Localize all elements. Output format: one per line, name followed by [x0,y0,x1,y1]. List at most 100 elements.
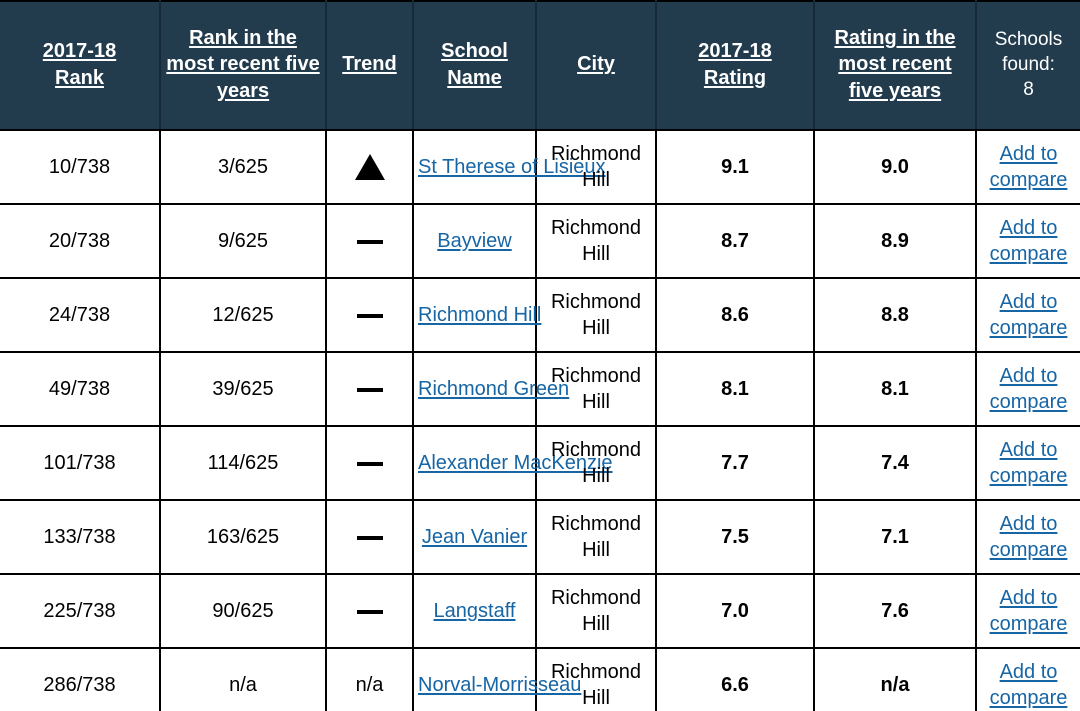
add-to-compare-link[interactable]: Add to compare [990,661,1068,709]
school-rankings-table: 2017-18 Rank Rank in the most recent five… [0,0,1080,711]
school-name-link[interactable]: Langstaff [434,600,516,622]
cell-add-to-compare[interactable]: Add to compare [976,130,1080,205]
cell-rank-five-years: 163/625 [160,500,327,575]
cell-rank-five-years: 90/625 [160,574,327,649]
school-name-link[interactable]: Richmond Green [418,378,569,400]
cell-school-name[interactable]: Bayview [413,204,537,279]
add-to-compare-link[interactable]: Add to compare [990,587,1068,635]
add-to-compare-link[interactable]: Add to compare [990,291,1068,339]
cell-rating-five-years: n/a [814,648,977,711]
cell-rank: 225/738 [0,574,161,649]
add-to-compare-link[interactable]: Add to compare [990,439,1068,487]
sort-link-rank-five-years[interactable]: Rank in the most recent five years [166,27,319,102]
school-rankings-table-container: 2017-18 Rank Rank in the most recent five… [0,0,1080,711]
trend-flat-icon [356,461,383,466]
sort-link-rank[interactable]: 2017-18 Rank [43,40,116,88]
cell-add-to-compare[interactable]: Add to compare [976,648,1080,711]
cell-trend [326,500,414,575]
cell-school-name[interactable]: Langstaff [413,574,537,649]
sort-link-rating[interactable]: 2017-18 Rating [698,40,771,88]
table-row: 101/738 114/625 Alexander MacKenzie Richmon… [0,426,1080,501]
cell-school-name[interactable]: Jean Vanier [413,500,537,575]
column-header-trend[interactable]: Trend [326,1,414,131]
schools-found-line2: found: [1002,53,1055,75]
sort-link-city[interactable]: City [577,53,615,75]
trend-flat-icon [356,313,383,318]
column-header-rank-line2: Rank [55,66,104,89]
add-to-compare-link[interactable]: Add to compare [990,513,1068,561]
cell-rating: 7.0 [656,574,815,649]
trend-flat-icon [356,609,383,614]
table-row: 133/738 163/625 Jean Vanier Richmond Hill 7.… [0,500,1080,575]
column-header-city[interactable]: City [536,1,657,131]
cell-rating: 9.1 [656,130,815,205]
column-header-rating-five-years[interactable]: Rating in the most recent five years [814,1,977,131]
add-to-compare-link[interactable]: Add to compare [990,143,1068,191]
cell-add-to-compare[interactable]: Add to compare [976,278,1080,353]
column-header-rating[interactable]: 2017-18 Rating [656,1,815,131]
cell-rating: 6.6 [656,648,815,711]
sort-link-trend[interactable]: Trend [342,53,396,75]
cell-school-name[interactable]: Richmond Hill [413,278,541,353]
sort-link-rating-five-years[interactable]: Rating in the most recent five years [834,27,955,102]
school-name-link[interactable]: Bayview [437,230,511,252]
trend-flat-icon [356,387,383,392]
column-header-rating-line2: Rating [703,66,767,89]
table-row: 20/738 9/625 Bayview Richmond Hill 8.7 8.9 Add… [0,204,1080,279]
cell-rank: 49/738 [0,352,161,427]
cell-trend: n/a [326,648,414,711]
cell-school-name[interactable]: Alexander MacKenzie [413,426,613,501]
cell-trend [326,574,414,649]
trend-flat-icon [356,239,383,244]
cell-rating-five-years: 7.6 [814,574,977,649]
cell-add-to-compare[interactable]: Add to compare [976,500,1080,575]
cell-rank-five-years: 12/625 [160,278,327,353]
cell-trend [326,278,414,353]
column-header-rank-five-years[interactable]: Rank in the most recent five years [160,1,327,131]
cell-trend [326,130,414,205]
cell-trend [326,352,414,427]
cell-rank-five-years: 39/625 [160,352,327,427]
schools-found-count: 8 [1023,79,1034,101]
add-to-compare-link[interactable]: Add to compare [990,365,1068,413]
cell-add-to-compare[interactable]: Add to compare [976,204,1080,279]
cell-rank: 10/738 [0,130,161,205]
cell-add-to-compare[interactable]: Add to compare [976,574,1080,649]
cell-rank-five-years: n/a [160,648,327,711]
cell-add-to-compare[interactable]: Add to compare [976,426,1080,501]
cell-rating: 7.7 [656,426,815,501]
add-to-compare-link[interactable]: Add to compare [990,217,1068,265]
cell-rating-five-years: 8.8 [814,278,977,353]
table-header: 2017-18 Rank Rank in the most recent five… [0,1,1080,131]
trend-flat-icon [356,535,383,540]
column-header-rank[interactable]: 2017-18 Rank [0,1,161,131]
schools-found-header: Schools found: 8 [976,1,1080,131]
sort-link-school-name[interactable]: School Name [441,40,508,88]
cell-rating-five-years: 8.1 [814,352,977,427]
table-row: 49/738 39/625 Richmond Green Richmond Hill 8… [0,352,1080,427]
cell-school-name[interactable]: Norval-Morrisseau [413,648,581,711]
cell-rank: 101/738 [0,426,161,501]
column-header-school-name[interactable]: School Name [413,1,537,131]
cell-trend [326,204,414,279]
cell-rank: 133/738 [0,500,161,575]
school-name-link[interactable]: Richmond Hill [418,304,541,326]
cell-rank-five-years: 9/625 [160,204,327,279]
table-row: 24/738 12/625 Richmond Hill Richmond Hill 8.… [0,278,1080,353]
column-header-rank-line1: 2017-18 [42,40,117,63]
schools-found-line1: Schools [994,28,1063,50]
cell-rating: 7.5 [656,500,815,575]
cell-rating: 8.6 [656,278,815,353]
trend-up-icon [354,154,385,181]
table-row: 286/738 n/a n/a Norval-Morrisseau Richmond H… [0,648,1080,711]
column-header-school-line2: Name [447,66,502,89]
cell-trend [326,426,414,501]
school-name-link[interactable]: Jean Vanier [422,526,527,548]
cell-school-name[interactable]: Richmond Green [413,352,569,427]
cell-rank-five-years: 114/625 [160,426,327,501]
cell-rating-five-years: 8.9 [814,204,977,279]
cell-rating-five-years: 7.1 [814,500,977,575]
cell-add-to-compare[interactable]: Add to compare [976,352,1080,427]
cell-school-name[interactable]: St Therese of Lisieux [413,130,606,205]
cell-rank: 24/738 [0,278,161,353]
